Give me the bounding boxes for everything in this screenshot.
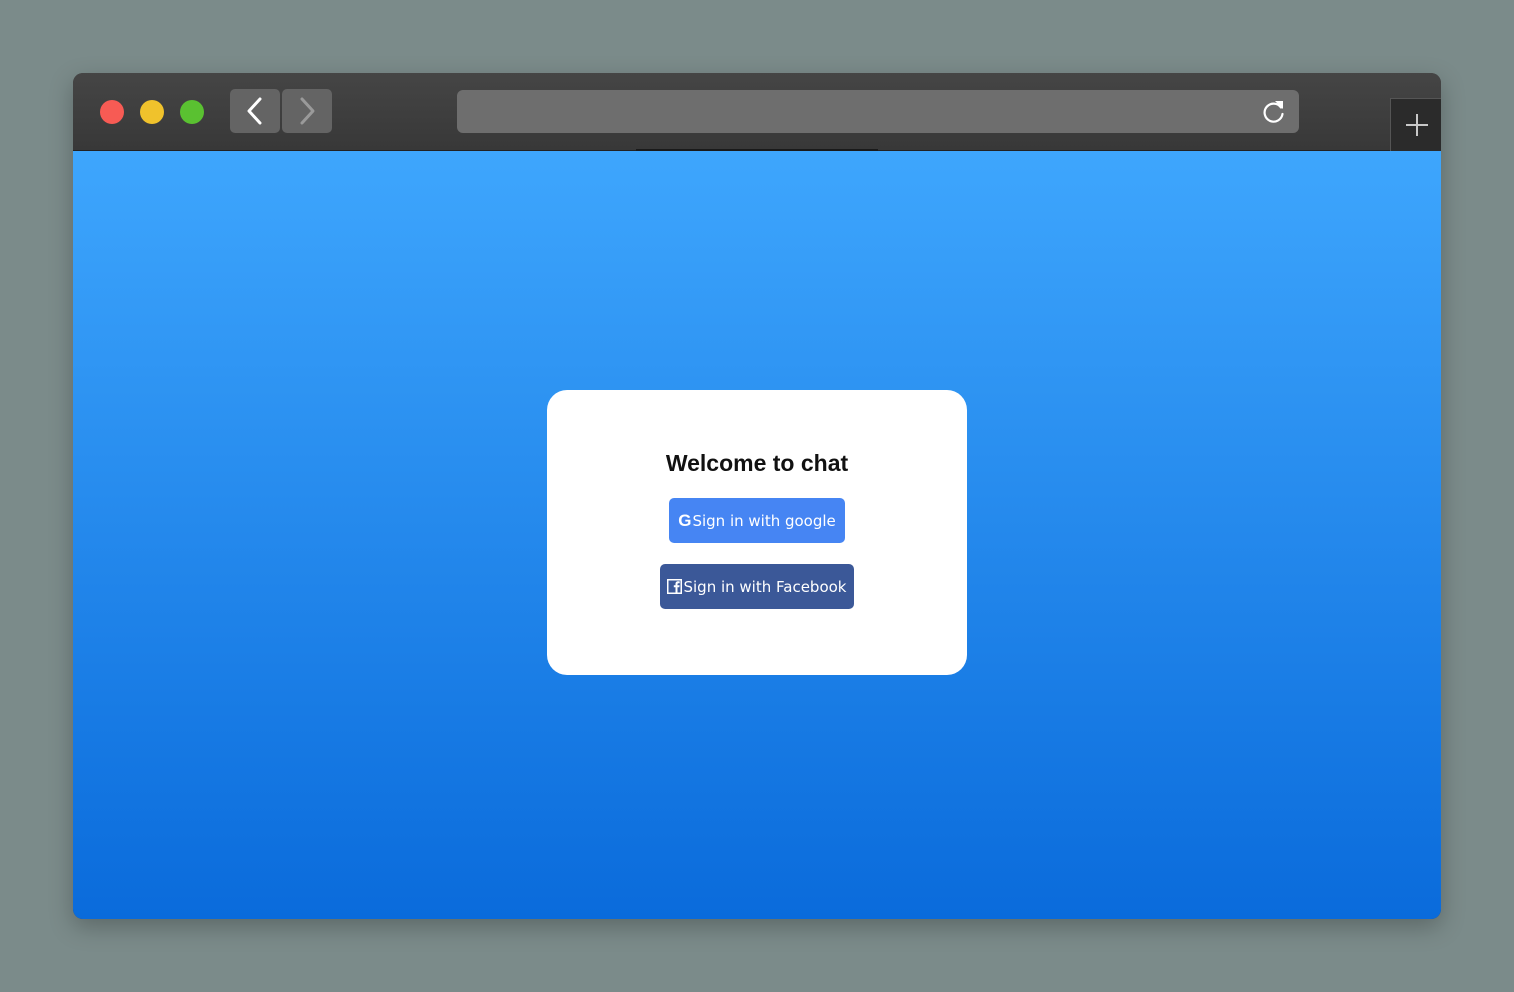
address-bar[interactable] (457, 90, 1299, 133)
page-title: Welcome to chat (665, 450, 849, 476)
chevron-left-icon (247, 97, 262, 125)
close-window-button[interactable] (100, 100, 124, 124)
sign-in-google-label: Sign in with google (692, 511, 836, 530)
chevron-right-icon (300, 97, 315, 125)
plus-icon (1405, 114, 1428, 136)
google-icon: G (678, 510, 692, 530)
minimize-window-button[interactable] (140, 100, 164, 124)
sign-in-facebook-button[interactable]: Sign in with Facebook (660, 564, 854, 609)
back-button[interactable] (230, 89, 280, 133)
forward-button[interactable] (282, 89, 332, 133)
login-card: Welcome to chat G Sign in with google Si… (547, 390, 967, 675)
sign-in-google-button[interactable]: G Sign in with google (669, 498, 845, 543)
facebook-icon (667, 579, 683, 594)
new-tab-button[interactable] (1390, 98, 1441, 151)
browser-toolbar (73, 73, 1441, 151)
maximize-window-button[interactable] (180, 100, 204, 124)
sign-in-facebook-label: Sign in with Facebook (683, 577, 847, 596)
browser-window: Welcome to chat G Sign in with google Si… (73, 73, 1441, 919)
page-content: Welcome to chat G Sign in with google Si… (73, 151, 1441, 919)
reload-icon[interactable] (1261, 99, 1287, 125)
